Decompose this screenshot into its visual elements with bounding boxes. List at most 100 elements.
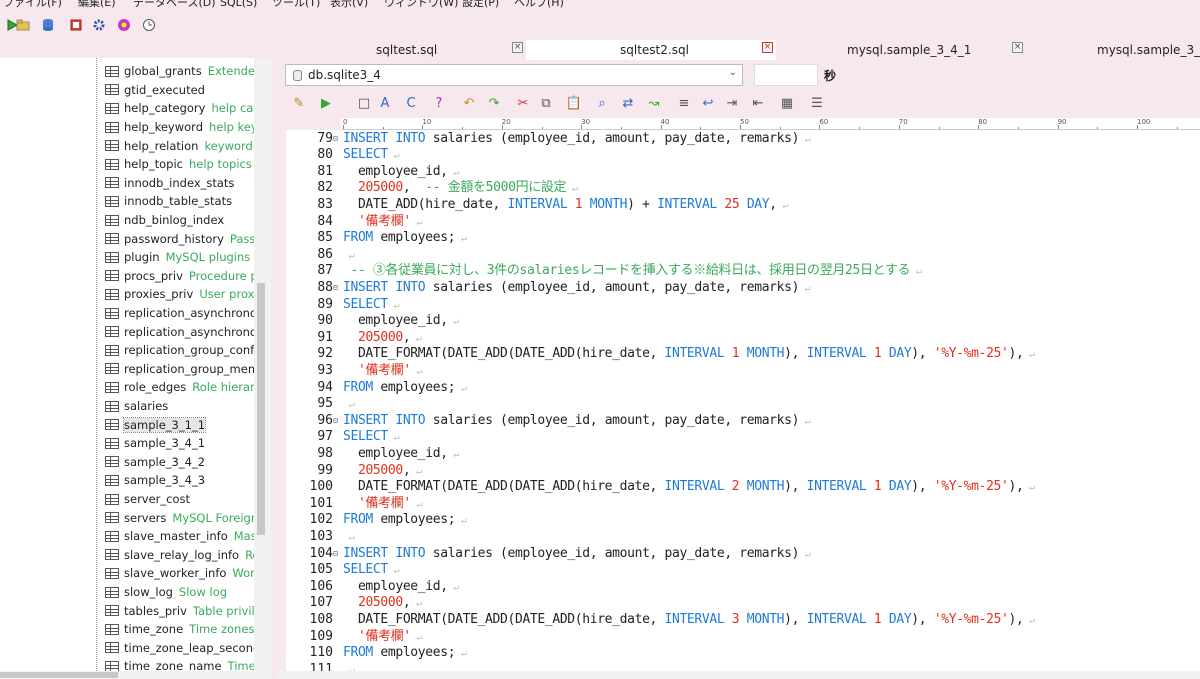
folder-icon[interactable] <box>15 17 31 33</box>
code-line[interactable]: DATE_FORMAT(DATE_ADD(DATE_ADD(hire_date,… <box>343 346 1035 363</box>
tree-horizontal-scrollbar[interactable] <box>0 671 254 679</box>
code-line[interactable]: SELECT ↵ <box>343 297 400 314</box>
tree-item-3[interactable]: help_keyword help keyw <box>105 118 254 137</box>
tree-item-2[interactable]: help_category help cate <box>105 99 254 118</box>
list-icon[interactable]: ☰ <box>809 95 825 111</box>
code-line[interactable]: ↵ <box>343 247 355 264</box>
code-line[interactable]: employee_id, ↵ <box>343 313 459 330</box>
code-line[interactable]: FROM employees; ↵ <box>343 230 467 247</box>
tree-item-22[interactable]: sample_3_4_3 <box>105 471 254 490</box>
undo-icon[interactable]: ↶ <box>461 95 477 111</box>
tree-item-10[interactable]: plugin MySQL plugins <box>105 248 254 267</box>
code-line[interactable]: DATE_FORMAT(DATE_ADD(DATE_ADD(hire_date,… <box>343 479 1035 496</box>
tree-item-28[interactable]: slow_log Slow log <box>105 583 254 602</box>
tab-0[interactable]: sqltest.sql × <box>276 40 526 60</box>
code-line[interactable]: '備考欄' ↵ <box>343 214 423 231</box>
paste-icon[interactable]: 📋 <box>566 95 582 111</box>
sql-editor[interactable]: 79 ⊟ INSERT INTO salaries (employee_id, am… <box>276 130 1200 679</box>
help-icon[interactable]: ? <box>431 95 447 111</box>
code-line[interactable]: DATE_FORMAT(DATE_ADD(DATE_ADD(hire_date,… <box>343 612 1035 629</box>
tree-item-1[interactable]: gtid_executed <box>105 81 254 100</box>
tree-item-16[interactable]: replication_group_memb <box>105 360 254 379</box>
tree-item-20[interactable]: sample_3_4_1 <box>105 434 254 453</box>
editor-horizontal-scrollbar[interactable] <box>276 671 1200 679</box>
settings-icon[interactable] <box>91 17 107 33</box>
tree-item-27[interactable]: slave_worker_info Work <box>105 564 254 583</box>
tree-item-17[interactable]: role_edges Role hierarch <box>105 378 254 397</box>
tree-item-29[interactable]: tables_priv Table privile <box>105 601 254 620</box>
palette-icon[interactable] <box>116 17 132 33</box>
tree-item-18[interactable]: salaries <box>105 397 254 416</box>
tree-item-6[interactable]: innodb_index_stats <box>105 174 254 193</box>
code-line[interactable]: 205000, -- 金額を5000円に設定 ↵ <box>343 180 578 197</box>
tree-item-23[interactable]: server_cost <box>105 490 254 509</box>
close-icon[interactable]: × <box>512 42 523 53</box>
code-line[interactable]: FROM employees; ↵ <box>343 512 467 529</box>
stop-icon[interactable]: □ <box>356 95 372 111</box>
tree-item-24[interactable]: servers MySQL Foreign <box>105 508 254 527</box>
menu-item-0[interactable]: ファイル(F) <box>3 0 62 10</box>
indent-icon[interactable]: ⇥ <box>724 95 740 111</box>
code-line[interactable]: INSERT INTO salaries (employee_id, amoun… <box>343 131 811 148</box>
code-line[interactable]: DATE_ADD(hire_date, INTERVAL 1 MONTH) + … <box>343 197 789 214</box>
fold-toggle-icon[interactable]: ⊟ <box>333 413 340 430</box>
copy-icon[interactable]: ⧉ <box>538 95 554 111</box>
menu-item-5[interactable]: 表示(V) <box>330 0 368 10</box>
tree-item-4[interactable]: help_relation keyword-t <box>105 136 254 155</box>
jump-icon[interactable]: ↝ <box>646 95 662 111</box>
code-line[interactable]: '備考欄' ↵ <box>343 496 423 513</box>
csv-icon[interactable]: C <box>403 95 419 111</box>
tree-item-30[interactable]: time_zone Time zones <box>105 620 254 639</box>
gear-icon[interactable] <box>68 17 84 33</box>
tree-item-14[interactable]: replication_asynchronou <box>105 322 254 341</box>
code-line[interactable]: FROM employees; ↵ <box>343 645 467 662</box>
tree-item-7[interactable]: innodb_table_stats <box>105 192 254 211</box>
code-line[interactable]: employee_id, ↵ <box>343 579 459 596</box>
tree-item-9[interactable]: password_history Passw <box>105 229 254 248</box>
tab-2[interactable]: mysql.sample_3_4_1 × <box>776 40 1026 60</box>
tree-item-12[interactable]: proxies_priv User proxy <box>105 285 254 304</box>
code-line[interactable]: 205000, ↵ <box>343 463 422 480</box>
menu-item-3[interactable]: SQL(S) <box>220 0 257 10</box>
align-icon[interactable]: ≡ <box>676 95 692 111</box>
compare-icon[interactable]: ▦ <box>779 95 795 111</box>
menu-item-4[interactable]: ツール(T) <box>272 0 320 10</box>
tree-item-26[interactable]: slave_relay_log_info Rel <box>105 546 254 565</box>
outdent-icon[interactable]: ⇤ <box>750 95 766 111</box>
clock-icon[interactable] <box>141 17 157 33</box>
menu-item-7[interactable]: 設定(P) <box>462 0 499 10</box>
menu-item-8[interactable]: ヘルプ(H) <box>514 0 564 10</box>
menu-item-1[interactable]: 編集(E) <box>78 0 116 10</box>
tree-hscroll-thumb[interactable] <box>0 672 118 678</box>
code-line[interactable]: FROM employees; ↵ <box>343 380 467 397</box>
cut-icon[interactable]: ✂ <box>515 95 531 111</box>
code-line[interactable]: 205000, ↵ <box>343 330 422 347</box>
code-line[interactable]: 205000, ↵ <box>343 595 422 612</box>
code-line[interactable]: INSERT INTO salaries (employee_id, amoun… <box>343 413 811 430</box>
run-icon[interactable]: ▶ <box>318 95 334 111</box>
database-select[interactable]: db.sqlite3_4 ⌄ <box>285 64 743 86</box>
code-line[interactable]: employee_id, ↵ <box>343 164 459 181</box>
code-line[interactable]: employee_id, ↵ <box>343 446 459 463</box>
wrap-icon[interactable]: ↩ <box>700 95 716 111</box>
tree-vertical-scrollbar[interactable] <box>254 58 271 679</box>
close-icon[interactable]: × <box>1012 42 1023 53</box>
code-line[interactable]: SELECT ↵ <box>343 429 400 446</box>
tree-item-15[interactable]: replication_group_config <box>105 341 254 360</box>
tree-item-19[interactable]: sample_3_1_1 <box>105 415 254 434</box>
tab-3[interactable]: mysql.sample_3_1_1 <box>1026 40 1200 60</box>
code-line[interactable]: -- ③各従業員に対し、3件のsalariesレコードを挿入する※給料日は、採用… <box>343 263 921 280</box>
tree-item-0[interactable]: global_grants Extended <box>105 62 254 81</box>
code-line[interactable]: SELECT ↵ <box>343 562 400 579</box>
code-line[interactable]: INSERT INTO salaries (employee_id, amoun… <box>343 546 811 563</box>
tree-item-8[interactable]: ndb_binlog_index <box>105 211 254 230</box>
tree-item-31[interactable]: time_zone_leap_second <box>105 639 254 658</box>
fold-toggle-icon[interactable]: ⊟ <box>333 131 340 148</box>
tree-item-21[interactable]: sample_3_4_2 <box>105 453 254 472</box>
edit-icon[interactable]: ✎ <box>291 95 307 111</box>
tree-item-5[interactable]: help_topic help topics <box>105 155 254 174</box>
fold-toggle-icon[interactable]: ⊟ <box>333 280 340 297</box>
code-line[interactable]: INSERT INTO salaries (employee_id, amoun… <box>343 280 811 297</box>
fold-toggle-icon[interactable]: ⊟ <box>333 546 340 563</box>
code-line[interactable]: SELECT ↵ <box>343 147 400 164</box>
